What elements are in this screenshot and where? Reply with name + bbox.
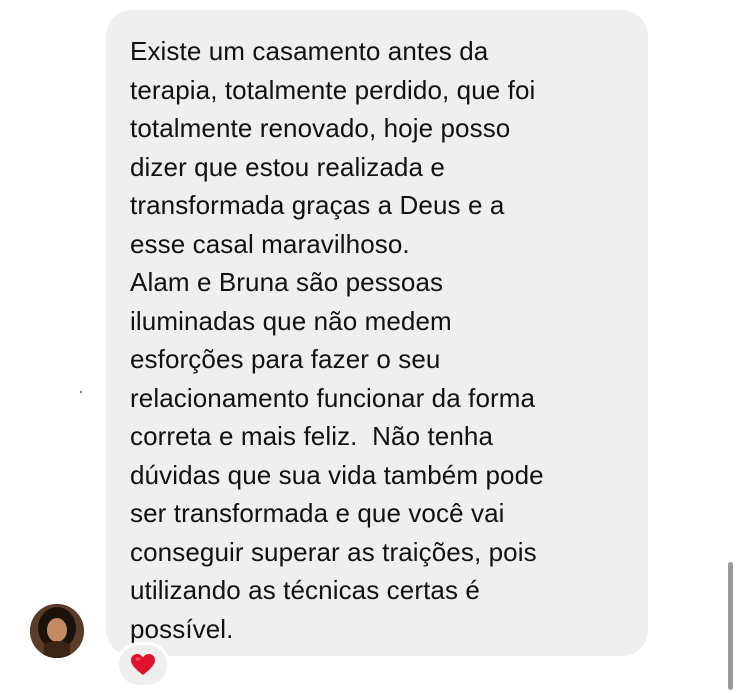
- red-heart-icon: [131, 654, 155, 675]
- stray-dot: [80, 391, 82, 393]
- scrollbar-thumb[interactable]: [728, 562, 733, 690]
- message-paragraph-2: Alam e Bruna são pessoas iluminadas que …: [130, 267, 544, 644]
- sender-avatar[interactable]: [30, 604, 84, 658]
- message-bubble[interactable]: Existe um casamento antes da terapia, to…: [106, 10, 648, 656]
- profile-photo-icon: [30, 604, 84, 658]
- message-paragraph-1: Existe um casamento antes da terapia, to…: [130, 36, 536, 259]
- reaction-badge[interactable]: [116, 642, 170, 688]
